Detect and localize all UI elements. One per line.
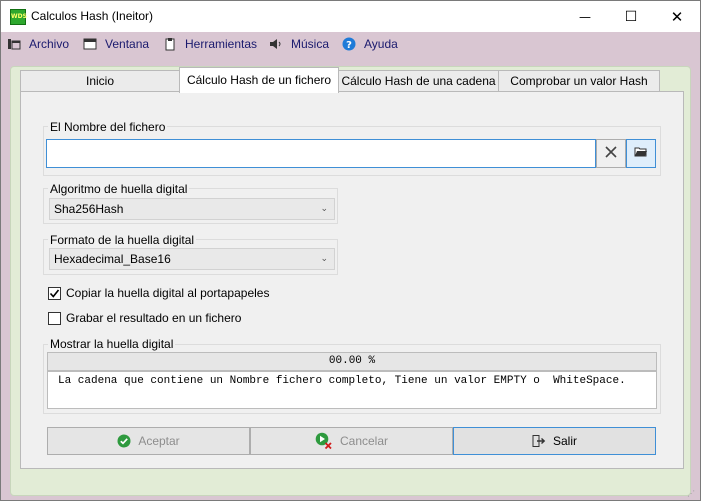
menu-musica[interactable]: Música bbox=[269, 36, 329, 52]
clear-icon bbox=[604, 145, 618, 163]
svg-text:?: ? bbox=[346, 40, 352, 51]
tab-hash-cadena-label: Cálculo Hash de una cadena bbox=[341, 74, 496, 88]
exit-button-label: Salir bbox=[552, 434, 577, 448]
browse-file-button[interactable] bbox=[626, 139, 656, 168]
cancel-button-label: Cancelar bbox=[339, 434, 389, 448]
chevron-down-icon: ⌄ bbox=[320, 254, 328, 264]
tab-hash-fichero[interactable]: Cálculo Hash de un fichero bbox=[179, 67, 339, 93]
tab-comprobar-hash-label: Comprobar un valor Hash bbox=[510, 74, 648, 88]
help-icon: ? bbox=[342, 37, 356, 51]
copy-clipboard-label: Copiar la huella digital al portapapeles bbox=[66, 286, 270, 300]
menu-archivo-label: Archivo bbox=[29, 37, 70, 51]
menu-ayuda-label: Ayuda bbox=[364, 37, 398, 51]
tab-inicio[interactable]: Inicio bbox=[20, 70, 180, 92]
window-title: Calculos Hash (Ineitor) bbox=[31, 9, 154, 23]
cancel-play-icon bbox=[315, 432, 333, 450]
format-selected-value: Hexadecimal_Base16 bbox=[54, 252, 171, 266]
algorithm-group-label: Algoritmo de huella digital bbox=[48, 182, 190, 196]
cancel-button[interactable]: Cancelar bbox=[250, 427, 453, 455]
save-to-file-option[interactable]: Grabar el resultado en un fichero bbox=[48, 310, 241, 326]
copy-clipboard-option[interactable]: Copiar la huella digital al portapapeles bbox=[48, 285, 269, 301]
save-to-file-checkbox[interactable] bbox=[48, 311, 61, 325]
accept-button-label: Aceptar bbox=[138, 434, 180, 448]
minimize-button[interactable]: — bbox=[562, 1, 608, 32]
format-group-label: Formato de la huella digital bbox=[48, 233, 197, 247]
menu-musica-label: Música bbox=[291, 37, 330, 51]
menu-ayuda[interactable]: ? Ayuda bbox=[342, 36, 398, 52]
tools-icon bbox=[163, 37, 177, 51]
window-icon bbox=[83, 37, 97, 51]
accept-button[interactable]: Aceptar bbox=[47, 427, 250, 455]
progress-text: 00.00 % bbox=[328, 355, 376, 367]
menu-herramientas-label: Herramientas bbox=[185, 37, 258, 51]
app-logo-icon: WDS bbox=[10, 9, 27, 25]
speaker-icon bbox=[269, 37, 283, 51]
maximize-button[interactable]: ☐ bbox=[608, 1, 654, 32]
exit-button[interactable]: Salir bbox=[453, 427, 656, 455]
check-circle-icon bbox=[117, 434, 131, 448]
algorithm-select[interactable]: Sha256Hash ⌄ bbox=[49, 198, 335, 220]
menu-herramientas[interactable]: Herramientas bbox=[163, 36, 257, 52]
menu-ventana[interactable]: Ventana bbox=[83, 36, 149, 52]
format-select[interactable]: Hexadecimal_Base16 ⌄ bbox=[49, 248, 335, 270]
file-path-input[interactable] bbox=[46, 139, 596, 168]
close-icon: ✕ bbox=[670, 7, 684, 26]
clear-file-button[interactable] bbox=[596, 139, 626, 168]
copy-clipboard-checkbox[interactable] bbox=[48, 286, 61, 300]
algorithm-selected-value: Sha256Hash bbox=[54, 202, 124, 216]
tab-inicio-label: Inicio bbox=[85, 74, 114, 88]
resize-grip[interactable]: ⋰ bbox=[687, 490, 696, 498]
chevron-down-icon: ⌄ bbox=[320, 204, 328, 214]
exit-icon bbox=[532, 434, 546, 448]
progress-bar: 00.00 % bbox=[47, 352, 657, 371]
minimize-icon: — bbox=[579, 9, 591, 24]
tab-hash-cadena[interactable]: Cálculo Hash de una cadena bbox=[338, 70, 499, 92]
folder-open-icon bbox=[634, 145, 648, 162]
menu-ventana-label: Ventana bbox=[105, 37, 150, 51]
title-bar[interactable]: WDS Calculos Hash (Ineitor) — ☐ ✕ bbox=[1, 1, 700, 32]
tab-comprobar-hash[interactable]: Comprobar un valor Hash bbox=[498, 70, 660, 92]
output-group-label: Mostrar la huella digital bbox=[48, 337, 176, 351]
menu-bar: Archivo Ventana Herramientas Música ? Ay… bbox=[1, 32, 700, 56]
hash-result-textbox[interactable]: La cadena que contiene un Nombre fichero… bbox=[47, 371, 657, 409]
save-to-file-label: Grabar el resultado en un fichero bbox=[66, 311, 242, 325]
maximize-icon: ☐ bbox=[624, 8, 638, 25]
main-window: WDS Calculos Hash (Ineitor) — ☐ ✕ Archiv… bbox=[0, 0, 701, 501]
file-group-label: El Nombre del fichero bbox=[48, 120, 168, 134]
close-window-button[interactable]: ✕ bbox=[654, 1, 700, 32]
tab-hash-fichero-label: Cálculo Hash de un fichero bbox=[186, 73, 332, 87]
file-menu-icon bbox=[7, 37, 21, 51]
menu-archivo[interactable]: Archivo bbox=[7, 36, 69, 52]
